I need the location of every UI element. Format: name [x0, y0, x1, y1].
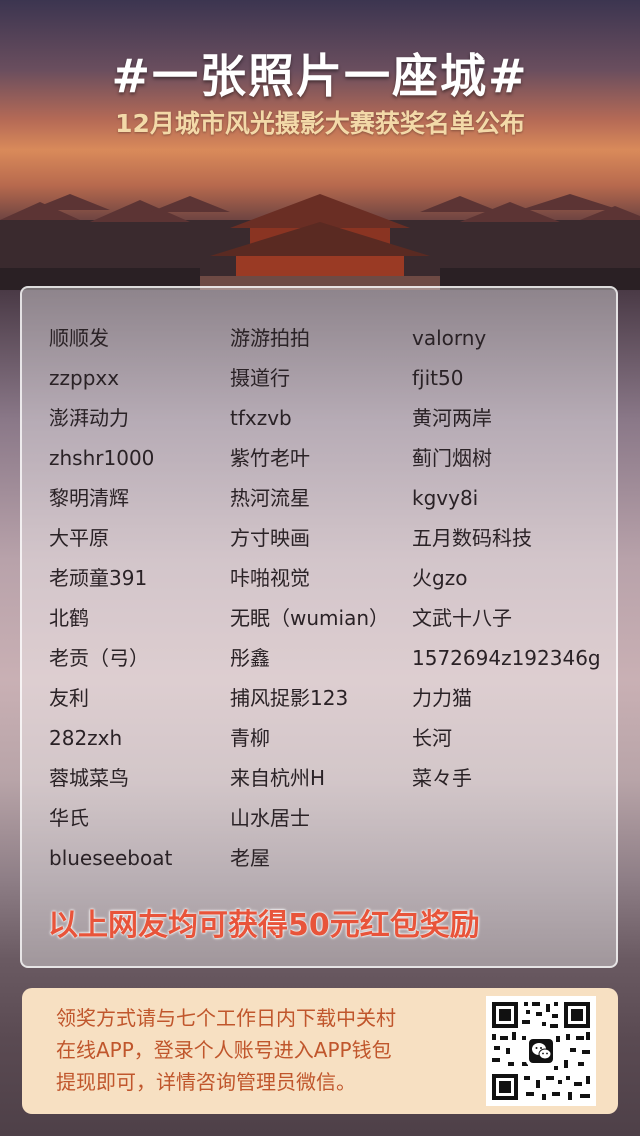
claim-line: 领奖方式请与七个工作日内下载中关村 [56, 1006, 396, 1030]
winner-name: 菜々手 [412, 766, 472, 790]
winner-name: 来自杭州H [230, 766, 326, 790]
winner-name: 大平原 [49, 526, 109, 550]
winner-name: 顺顺发 [49, 326, 109, 350]
winner-name: 澎湃动力 [49, 406, 129, 430]
winner-name: 摄道行 [230, 366, 290, 390]
winner-name: 北鹤 [49, 606, 89, 630]
wechat-icon [526, 1036, 556, 1066]
winner-name: 游游拍拍 [230, 326, 310, 350]
winner-name: 捕风捉影123 [230, 686, 349, 710]
winner-name: 火gzo [412, 566, 468, 590]
winner-name: blueseeboat [49, 846, 173, 870]
winner-name: 山水居士 [230, 806, 310, 830]
reward-text: 以上网友均可获得50元红包奖励 [48, 908, 480, 943]
winner-name: valorny [412, 326, 487, 350]
winner-name: 热河流星 [230, 486, 310, 510]
winner-name: 无眠（wumian） [230, 606, 390, 630]
winner-name: kgvy8i [412, 486, 479, 510]
winner-name: 蓟门烟树 [412, 446, 492, 470]
winner-name: 文武十八子 [412, 606, 512, 630]
winner-name: 黎明清辉 [49, 486, 129, 510]
winners-panel: 顺顺发 zzppxx 澎湃动力 zhshr1000 黎明清辉 大平原 老顽童39… [20, 286, 618, 968]
page-title: #一张照片一座城# [111, 49, 529, 103]
winner-name: 五月数码科技 [412, 526, 532, 550]
wechat-qr-code[interactable] [486, 996, 596, 1106]
winner-name: 彤鑫 [230, 646, 270, 670]
winner-name: 友利 [49, 686, 89, 710]
winner-name: 老贡（弓） [49, 646, 149, 670]
winner-name: 咔啪视觉 [230, 566, 310, 590]
winner-name: 蓉城菜鸟 [49, 766, 129, 790]
winner-name: 青柳 [230, 726, 270, 750]
winner-name: 黄河两岸 [412, 406, 492, 430]
forbidden-city-illustration [0, 194, 640, 290]
winner-name: 1572694z192346g [412, 646, 601, 670]
winner-name: zhshr1000 [49, 446, 155, 470]
winner-name: zzppxx [49, 366, 120, 390]
claim-line: 在线APP，登录个人账号进入APP钱包 [56, 1038, 392, 1062]
claim-instructions: 领奖方式请与七个工作日内下载中关村 在线APP，登录个人账号进入APP钱包 提现… [56, 1002, 486, 1098]
winners-column-1: 顺顺发 zzppxx 澎湃动力 zhshr1000 黎明清辉 大平原 老顽童39… [49, 324, 172, 884]
claim-line: 提现即可，详情咨询管理员微信。 [56, 1070, 356, 1094]
winner-name: 华氏 [49, 806, 89, 830]
winner-name: 282zxh [49, 726, 123, 750]
page-subtitle: 12月城市风光摄影大赛获奖名单公布 [115, 109, 525, 138]
winner-name: 力力猫 [412, 686, 472, 710]
qr-code-image [486, 996, 596, 1106]
winners-column-3: valorny fjit50 黄河两岸 蓟门烟树 kgvy8i 五月数码科技 火… [412, 324, 601, 804]
winner-name: 方寸映画 [230, 526, 310, 550]
winner-name: tfxzvb [230, 406, 292, 430]
winner-name: 长河 [412, 726, 452, 750]
winner-name: fjit50 [412, 366, 464, 390]
winner-name: 老顽童391 [49, 566, 148, 590]
claim-info-box: 领奖方式请与七个工作日内下载中关村 在线APP，登录个人账号进入APP钱包 提现… [22, 988, 618, 1114]
winners-column-2: 游游拍拍 摄道行 tfxzvb 紫竹老叶 热河流星 方寸映画 咔啪视觉 无眠（w… [230, 324, 389, 884]
winner-name: 老屋 [230, 846, 270, 870]
winner-name: 紫竹老叶 [230, 446, 310, 470]
